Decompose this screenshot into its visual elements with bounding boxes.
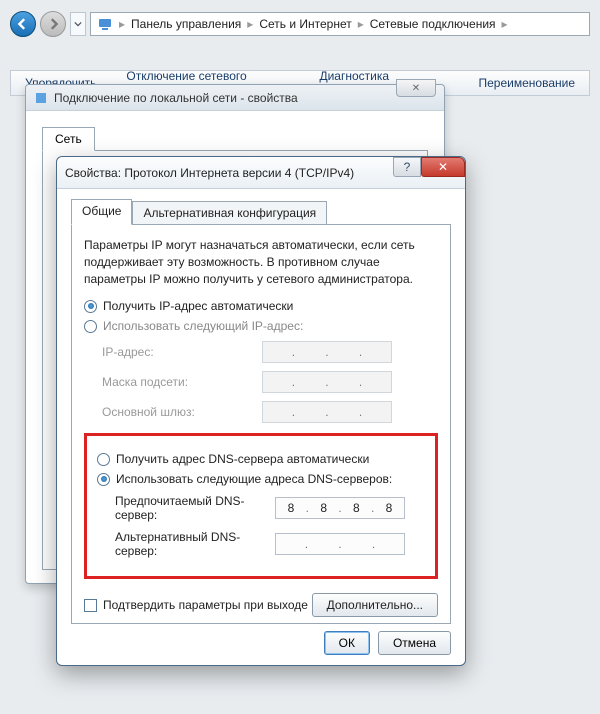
- description-text: Параметры IP могут назначаться автоматич…: [84, 237, 438, 287]
- nav-history-dropdown[interactable]: [70, 12, 86, 36]
- breadcrumb-item[interactable]: Сеть и Интернет: [259, 17, 351, 31]
- alternate-dns-label: Альтернативный DNS-сервер:: [115, 530, 275, 558]
- window-title: Подключение по локальной сети - свойства: [54, 91, 298, 105]
- gateway-input: ...: [262, 401, 392, 423]
- confirm-on-exit-label: Подтвердить параметры при выходе: [103, 598, 308, 612]
- ip-address-input: ...: [262, 341, 392, 363]
- radio-ip-auto-label: Получить IP-адрес автоматически: [103, 299, 293, 313]
- radio-ip-auto[interactable]: [84, 300, 97, 313]
- chevron-right-icon: ▸: [502, 17, 508, 31]
- breadcrumb-item[interactable]: Панель управления: [131, 17, 241, 31]
- radio-ip-manual-label: Использовать следующий IP-адрес:: [103, 319, 303, 333]
- tab-general[interactable]: Общие: [71, 199, 132, 225]
- radio-dns-manual[interactable]: [97, 473, 110, 486]
- close-button[interactable]: ✕: [421, 157, 465, 177]
- cancel-button[interactable]: Отмена: [378, 631, 451, 655]
- radio-ip-manual[interactable]: [84, 320, 97, 333]
- nav-forward-button[interactable]: [40, 11, 66, 37]
- radio-dns-manual-label: Использовать следующие адреса DNS-сервер…: [116, 472, 392, 486]
- help-button[interactable]: ?: [393, 157, 421, 177]
- tab-alternate-config[interactable]: Альтернативная конфигурация: [132, 201, 327, 225]
- subnet-mask-label: Маска подсети:: [102, 375, 262, 389]
- breadcrumb-item[interactable]: Сетевые подключения: [370, 17, 496, 31]
- chevron-right-icon: ▸: [358, 17, 364, 31]
- ipv4-properties-window: Свойства: Протокол Интернета версии 4 (T…: [56, 156, 466, 666]
- subnet-mask-input: ...: [262, 371, 392, 393]
- tab-network[interactable]: Сеть: [42, 127, 95, 151]
- close-button[interactable]: ✕: [396, 79, 436, 97]
- toolbar-rename[interactable]: Переименование: [479, 76, 576, 90]
- preferred-dns-input[interactable]: 8. 8. 8. 8: [275, 497, 405, 519]
- network-icon: [97, 16, 113, 32]
- chevron-right-icon: ▸: [247, 17, 253, 31]
- adapter-icon: [34, 91, 48, 105]
- explorer-nav: ▸ Панель управления ▸ Сеть и Интернет ▸ …: [10, 10, 590, 38]
- general-panel: Параметры IP могут назначаться автоматич…: [71, 224, 451, 624]
- nav-back-button[interactable]: [10, 11, 36, 37]
- window-titlebar: Свойства: Протокол Интернета версии 4 (T…: [57, 157, 465, 189]
- radio-dns-auto-label: Получить адрес DNS-сервера автоматически: [116, 452, 369, 466]
- window-title: Свойства: Протокол Интернета версии 4 (T…: [65, 166, 354, 180]
- alternate-dns-input[interactable]: . . .: [275, 533, 405, 555]
- radio-dns-auto[interactable]: [97, 453, 110, 466]
- window-titlebar: Подключение по локальной сети - свойства: [26, 85, 444, 111]
- advanced-button[interactable]: Дополнительно...: [312, 593, 438, 617]
- tab-strip: Общие Альтернативная конфигурация: [71, 199, 451, 225]
- gateway-label: Основной шлюз:: [102, 405, 262, 419]
- ip-address-label: IP-адрес:: [102, 345, 262, 359]
- confirm-on-exit-checkbox[interactable]: [84, 599, 97, 612]
- ok-button[interactable]: ОК: [324, 631, 370, 655]
- breadcrumb[interactable]: ▸ Панель управления ▸ Сеть и Интернет ▸ …: [90, 12, 590, 36]
- chevron-right-icon: ▸: [119, 17, 125, 31]
- dns-highlight-box: Получить адрес DNS-сервера автоматически…: [84, 433, 438, 579]
- preferred-dns-label: Предпочитаемый DNS-сервер:: [115, 494, 275, 522]
